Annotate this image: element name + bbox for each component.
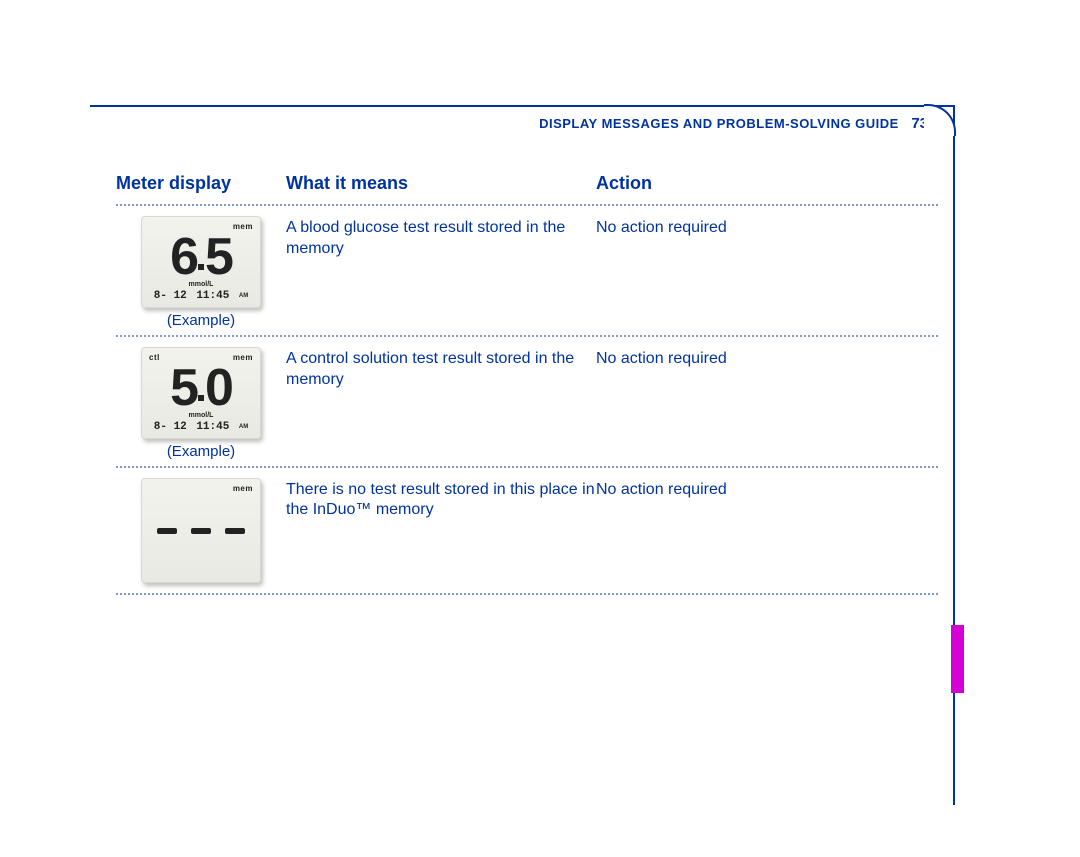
example-caption: (Example) xyxy=(167,312,235,329)
page-header: DISPLAY MESSAGES AND PROBLEM-SOLVING GUI… xyxy=(539,115,928,133)
meaning-cell: There is no test result stored in this p… xyxy=(286,478,596,587)
lcd-ctl-label: ctl xyxy=(149,353,160,363)
lcd-time: 11:45 xyxy=(196,290,229,302)
lcd-ampm: AM xyxy=(239,424,248,430)
divider xyxy=(116,335,938,337)
example-caption: (Example) xyxy=(167,443,235,460)
lcd-unit: mmol/L xyxy=(149,281,253,288)
lcd-date: 8- 12 xyxy=(154,290,187,302)
lcd-date: 8- 12 xyxy=(154,421,187,433)
lcd-ampm: AM xyxy=(239,293,248,299)
section-tab-magenta xyxy=(951,625,964,693)
action-cell: No action required xyxy=(596,478,938,587)
lcd-unit: mmol/L xyxy=(149,412,253,419)
document-page: DISPLAY MESSAGES AND PROBLEM-SOLVING GUI… xyxy=(108,105,958,805)
lcd-value: 50 xyxy=(149,365,253,412)
divider xyxy=(116,593,938,595)
col-header-action: Action xyxy=(596,173,938,194)
col-header-display: Meter display xyxy=(116,173,286,194)
header-title: DISPLAY MESSAGES AND PROBLEM-SOLVING GUI… xyxy=(539,116,899,131)
lcd-mem-label: mem xyxy=(233,353,253,363)
meter-display-icon: ctl mem 50 mmol/L 8- 12 11:45 AM xyxy=(141,347,261,439)
divider xyxy=(116,204,938,206)
col-header-meaning: What it means xyxy=(286,173,596,194)
action-cell: No action required xyxy=(596,347,938,460)
table-row: ctl mem 50 mmol/L 8- 12 11:45 AM (Exampl… xyxy=(116,347,938,460)
frame-border-top xyxy=(90,105,955,107)
frame-border-right xyxy=(953,105,955,805)
meter-display-icon: mem xyxy=(141,478,261,583)
table-row: mem There is no test result stored in th… xyxy=(116,478,938,587)
lcd-time: 11:45 xyxy=(196,421,229,433)
lcd-empty-dashes-icon xyxy=(149,528,253,534)
lcd-value: 65 xyxy=(149,234,253,281)
divider xyxy=(116,466,938,468)
frame-corner xyxy=(924,104,956,136)
content-area: Meter display What it means Action mem 6… xyxy=(116,173,938,605)
lcd-mem-label: mem xyxy=(233,484,253,494)
meaning-cell: A control solution test result stored in… xyxy=(286,347,596,460)
meaning-cell: A blood glucose test result stored in th… xyxy=(286,216,596,329)
meter-display-icon: mem 65 mmol/L 8- 12 11:45 AM xyxy=(141,216,261,308)
table-row: mem 65 mmol/L 8- 12 11:45 AM (Example) A… xyxy=(116,216,938,329)
lcd-mem-label: mem xyxy=(233,222,253,232)
action-cell: No action required xyxy=(596,216,938,329)
column-headers: Meter display What it means Action xyxy=(116,173,938,202)
